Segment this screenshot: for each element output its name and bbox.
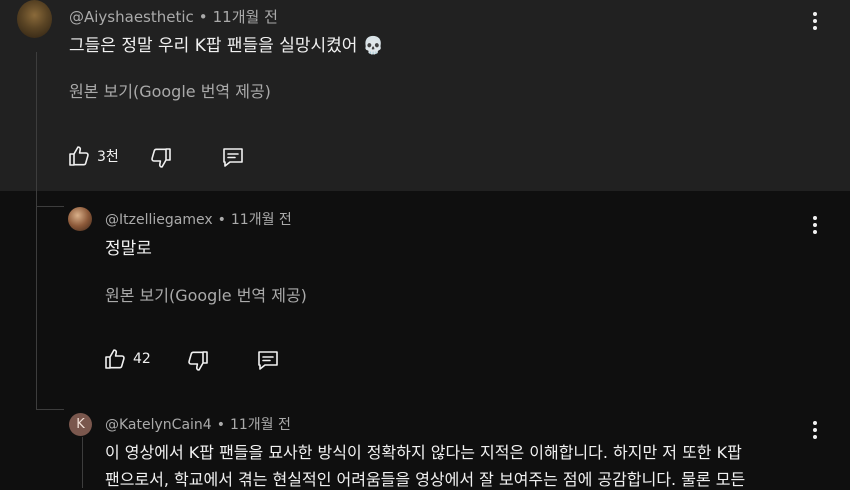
comment-meta: @Aiyshaesthetic • 11개월 전 [69, 6, 278, 27]
thumbs-down-icon [188, 351, 208, 371]
view-original-link[interactable]: 원본 보기(Google 번역 제공) [105, 282, 307, 306]
more-vert-icon [811, 421, 819, 439]
reply-text-line-2: 팬으로서, 학교에서 겪는 현실적인 어려움들을 영상에서 잘 보여주는 점에 … [105, 470, 746, 489]
like-count: 3천 [97, 149, 119, 165]
reply-button[interactable] [256, 348, 280, 372]
meta-separator: • [198, 8, 208, 26]
thread-line-reply3 [82, 437, 83, 488]
meta-separator: • [217, 212, 226, 228]
reply-icon [258, 351, 278, 370]
reply-meta: @KatelynCain4 • 11개월 전 [105, 414, 291, 434]
reply-timestamp[interactable]: 11개월 전 [230, 417, 291, 433]
more-vert-icon [811, 12, 819, 30]
thumbs-up-icon [105, 349, 125, 369]
reply-avatar[interactable]: K [69, 413, 92, 436]
comment-text-content: 그들은 정말 우리 K팝 팬들을 실망시켰어 [69, 36, 358, 56]
more-options-button[interactable] [811, 421, 819, 442]
reply-text-line-1: 이 영상에서 K팝 팬들을 묘사한 방식이 정확하지 않다는 지적은 이해합니다… [105, 443, 742, 462]
skull-emoji: 💀 [362, 36, 384, 56]
more-options-button[interactable] [811, 216, 819, 237]
reply-meta: @Itzelliegamex • 11개월 전 [105, 209, 292, 229]
thumbs-up-icon [69, 146, 89, 166]
avatar-letter: K [76, 417, 85, 432]
comment-text: 그들은 정말 우리 K팝 팬들을 실망시켰어 💀 [69, 31, 384, 56]
thread-line-branch-1 [36, 206, 64, 207]
avatar[interactable] [17, 0, 52, 38]
dislike-button[interactable] [186, 349, 210, 373]
reply-text: 정말로 [105, 239, 152, 259]
meta-separator: • [216, 417, 225, 433]
reply-author-name[interactable]: @KatelynCain4 [105, 417, 212, 433]
like-button[interactable]: 42 [103, 347, 151, 371]
more-options-button[interactable] [811, 12, 819, 33]
reply-author-name[interactable]: @Itzelliegamex [105, 212, 213, 228]
reply-avatar[interactable] [68, 207, 92, 231]
like-count: 42 [133, 351, 151, 367]
thread-line-vertical [36, 52, 37, 410]
like-button[interactable]: 3천 [67, 144, 119, 168]
reply-icon [223, 148, 243, 167]
reply-timestamp[interactable]: 11개월 전 [231, 212, 292, 228]
author-name[interactable]: @Aiyshaesthetic [69, 8, 194, 26]
dislike-button[interactable] [149, 146, 173, 170]
thread-line-branch-2 [36, 409, 64, 410]
more-vert-icon [811, 216, 819, 234]
view-original-link[interactable]: 원본 보기(Google 번역 제공) [69, 78, 271, 102]
reply-button[interactable] [221, 145, 245, 169]
timestamp[interactable]: 11개월 전 [213, 8, 278, 26]
thumbs-down-icon [151, 148, 171, 168]
